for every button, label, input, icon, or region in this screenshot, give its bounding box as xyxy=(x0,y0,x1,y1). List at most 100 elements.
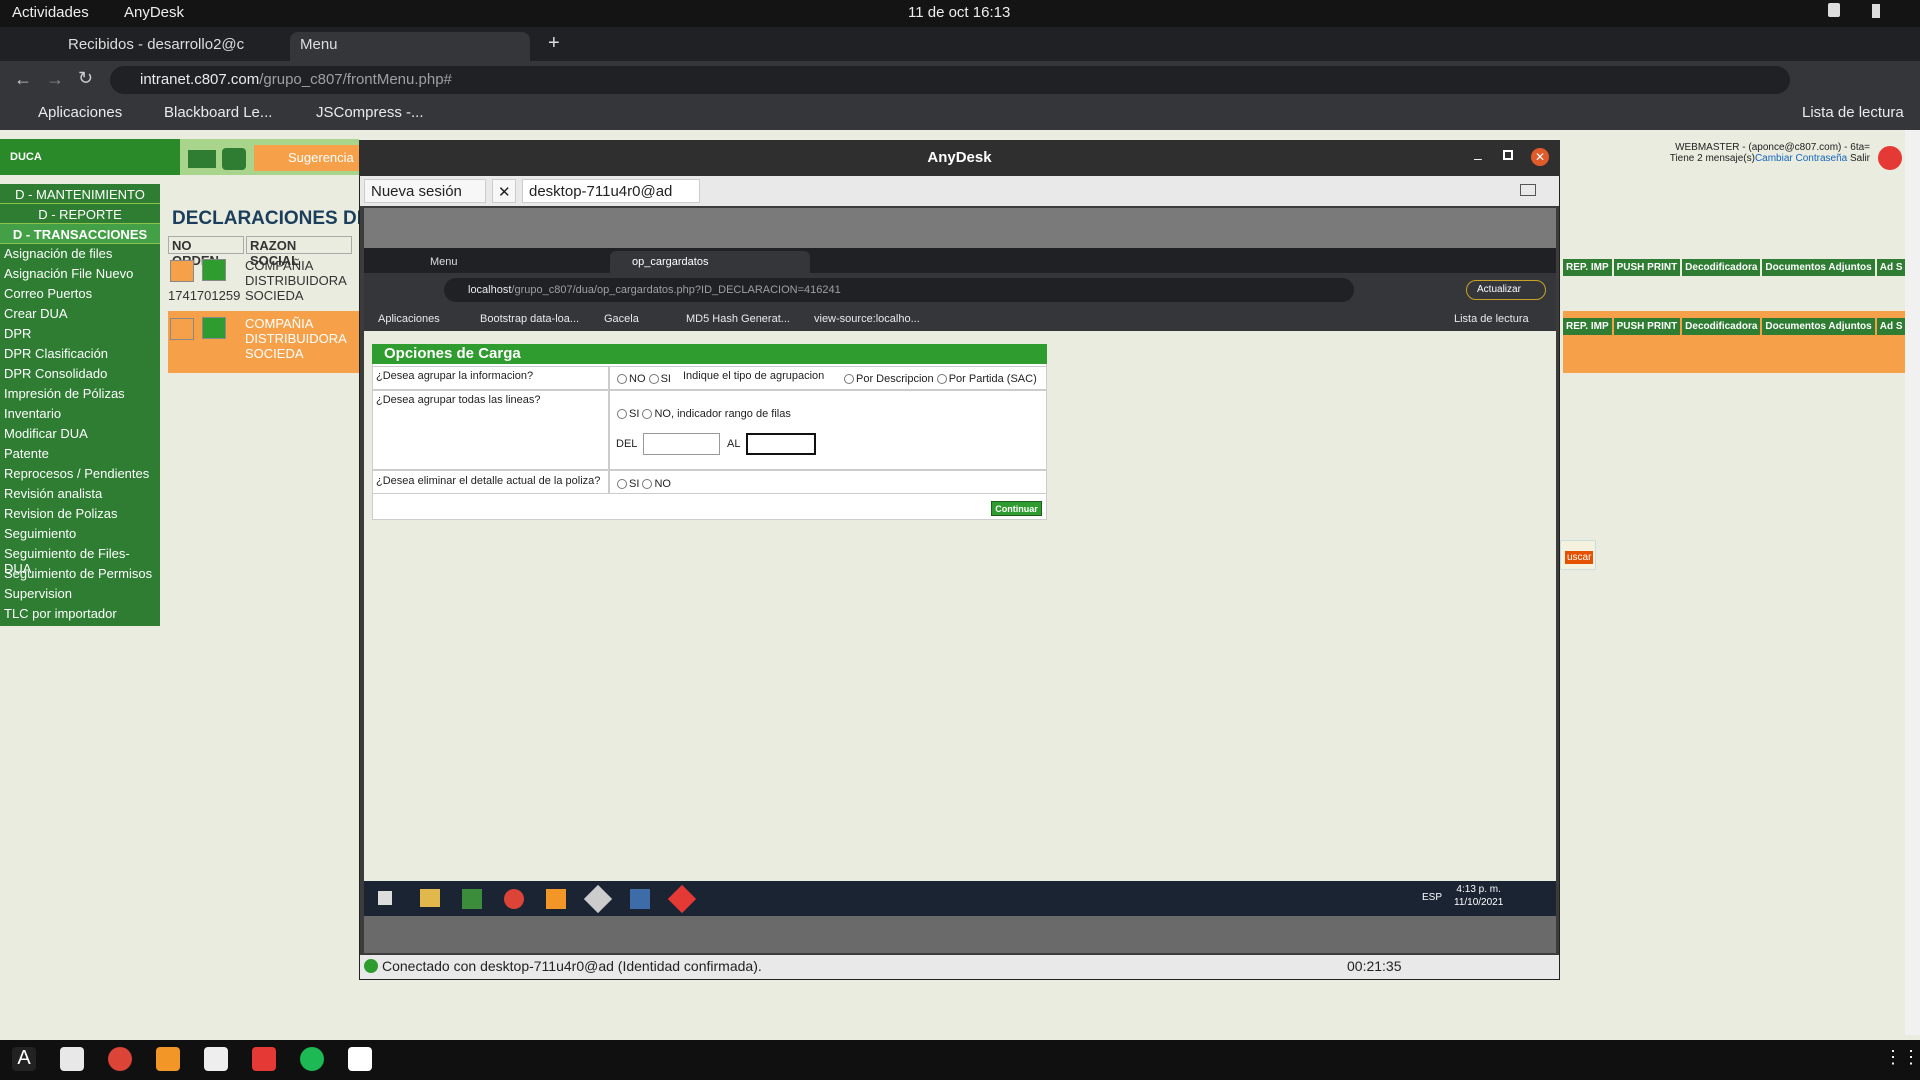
remote-tab-menu[interactable]: Menu xyxy=(408,251,608,273)
minimize-icon[interactable]: – xyxy=(1474,150,1482,166)
chrome-icon[interactable] xyxy=(108,1047,132,1071)
inkscape-icon[interactable] xyxy=(204,1047,228,1071)
reload-icon[interactable]: ↻ xyxy=(78,68,93,89)
bookmark-apps[interactable]: Aplicaciones xyxy=(38,104,122,121)
git-icon[interactable] xyxy=(583,884,613,914)
sidebar-item[interactable]: Asignación de files xyxy=(0,244,160,264)
decodificadora-button[interactable]: Decodificadora xyxy=(1682,318,1761,335)
show-apps-icon[interactable]: ⋮⋮ xyxy=(1884,1047,1920,1071)
sidebar-item[interactable]: Impresión de Pólizas xyxy=(0,384,160,404)
view-icon[interactable] xyxy=(170,260,194,282)
bookmark[interactable]: MD5 Hash Generat... xyxy=(686,313,790,325)
al-input[interactable] xyxy=(746,433,816,455)
push-print-button[interactable]: PUSH PRINT xyxy=(1613,318,1681,335)
sidebar-item[interactable]: Revisión analista xyxy=(0,484,160,504)
app-menu[interactable]: AnyDesk xyxy=(124,4,184,21)
tab-menu[interactable]: Menu xyxy=(290,32,530,61)
by-partida-radio[interactable] xyxy=(936,374,947,385)
reading-list[interactable]: Lista de lectura xyxy=(1454,313,1529,325)
new-tab-button[interactable]: + xyxy=(538,28,570,57)
ad-button[interactable]: Ad S xyxy=(1876,259,1906,276)
sidebar-head-reporte[interactable]: D - REPORTE xyxy=(0,204,160,224)
maximize-icon[interactable] xyxy=(1503,150,1513,160)
activities-button[interactable]: Actividades xyxy=(12,4,89,21)
decodificadora-button[interactable]: Decodificadora xyxy=(1682,259,1761,276)
edit-icon[interactable] xyxy=(202,259,226,281)
update-button[interactable]: Actualizar xyxy=(1466,280,1546,300)
windows-start-icon[interactable] xyxy=(378,891,392,905)
view-icon[interactable] xyxy=(170,318,194,340)
ad-button[interactable]: Ad S xyxy=(1876,318,1906,335)
sidebar-item[interactable]: Supervision xyxy=(0,584,160,604)
wifi-icon[interactable] xyxy=(1828,3,1840,17)
bookmark[interactable]: view-source:localho... xyxy=(814,313,920,325)
q1-si-radio[interactable] xyxy=(648,374,659,385)
q3-no-radio[interactable] xyxy=(642,479,653,490)
reading-list[interactable]: Lista de lectura xyxy=(1802,104,1904,121)
remote-clock[interactable]: 4:13 p. m. 11/10/2021 xyxy=(1454,883,1503,909)
q2-si-radio[interactable] xyxy=(617,409,627,420)
remote-tab-cargardatos[interactable]: op_cargardatos xyxy=(610,251,810,273)
anydesk-icon[interactable] xyxy=(252,1047,276,1071)
menu-icon[interactable] xyxy=(1520,184,1536,196)
del-input[interactable] xyxy=(643,433,720,455)
q1-no-radio[interactable] xyxy=(617,374,627,385)
bookmark[interactable]: Aplicaciones xyxy=(378,313,440,325)
push-print-button[interactable]: PUSH PRINT xyxy=(1613,259,1681,276)
sidebar-item[interactable]: TLC por importador xyxy=(0,604,160,624)
rep-imp-button[interactable]: REP. IMP xyxy=(1563,259,1612,276)
tab-gmail[interactable]: Recibidos - desarrollo2@c xyxy=(58,32,283,61)
suggestion-button[interactable]: Sugerencia xyxy=(254,145,359,171)
q3-si-radio[interactable] xyxy=(617,479,627,490)
bookmark[interactable]: Gacela xyxy=(604,313,639,325)
files-icon[interactable] xyxy=(60,1047,84,1071)
continue-button[interactable]: Continuar xyxy=(991,501,1042,516)
phone-icon[interactable] xyxy=(222,148,246,170)
sublime-icon[interactable] xyxy=(156,1047,180,1071)
sidebar-item[interactable]: Asignación File Nuevo xyxy=(0,264,160,284)
app-icon[interactable] xyxy=(462,889,482,909)
session-tab[interactable]: desktop-711u4r0@ad xyxy=(522,179,700,203)
sidebar-item[interactable]: DPR Clasificación xyxy=(0,344,160,364)
logout-link[interactable]: Salir xyxy=(1850,153,1870,164)
close-icon[interactable]: ✕ xyxy=(1531,148,1549,166)
by-description-radio[interactable] xyxy=(844,374,854,385)
new-session-tab[interactable]: Nueva sesión xyxy=(364,179,486,203)
sublime-icon[interactable] xyxy=(546,889,566,909)
file-explorer-icon[interactable] xyxy=(420,889,440,907)
back-icon[interactable]: ← xyxy=(14,69,32,90)
bookmark-blackboard[interactable]: Blackboard Le... xyxy=(164,104,272,121)
clock[interactable]: 11 de oct 16:13 xyxy=(908,4,1010,21)
sidebar-head-mantenimiento[interactable]: D - MANTENIMIENTO xyxy=(0,184,160,204)
anydesk-icon[interactable] xyxy=(667,884,697,914)
change-password-link[interactable]: Cambiar Contraseña xyxy=(1755,153,1847,164)
rep-imp-button[interactable]: REP. IMP xyxy=(1563,318,1612,335)
sidebar-item[interactable]: Inventario xyxy=(0,404,160,424)
page-scrollbar[interactable] xyxy=(1905,130,1920,1035)
spotify-icon[interactable] xyxy=(300,1047,324,1071)
q2-no-radio[interactable] xyxy=(642,409,653,420)
sidebar-item[interactable]: Reprocesos / Pendientes xyxy=(0,464,160,484)
sidebar-item[interactable]: Seguimiento de Permisos xyxy=(0,564,160,584)
sidebar-item[interactable]: Modificar DUA xyxy=(0,424,160,444)
notification-bell-icon[interactable] xyxy=(1878,146,1902,170)
sidebar-item[interactable]: Crear DUA xyxy=(0,304,160,324)
sidebar-item[interactable]: Correo Puertos xyxy=(0,284,160,304)
documentos-button[interactable]: Documentos Adjuntos xyxy=(1762,318,1875,335)
url-input[interactable]: intranet.c807.com/grupo_c807/frontMenu.p… xyxy=(110,66,1790,94)
battery-icon[interactable] xyxy=(1872,4,1880,18)
text-editor-icon[interactable] xyxy=(348,1047,372,1071)
sidebar-item[interactable]: Revision de Polizas xyxy=(0,504,160,524)
sidebar-item[interactable]: DPR Consolidado xyxy=(0,364,160,384)
sidebar-item[interactable]: Seguimiento xyxy=(0,524,160,544)
bookmark-jscompress[interactable]: JSCompress -... xyxy=(316,104,424,121)
sidebar-item[interactable]: DPR xyxy=(0,324,160,344)
sidebar-item[interactable]: Patente xyxy=(0,444,160,464)
close-tab-icon[interactable]: ✕ xyxy=(492,179,516,203)
ubuntu-software-icon[interactable]: A xyxy=(12,1047,36,1071)
sidebar-head-transacciones[interactable]: D - TRANSACCIONES xyxy=(0,224,160,244)
sidebar-item[interactable]: Seguimiento de Files-DUA xyxy=(0,544,160,576)
chrome-icon[interactable] xyxy=(504,889,524,909)
menu-toggle-icon[interactable] xyxy=(188,150,216,168)
forward-icon[interactable]: → xyxy=(46,69,64,90)
